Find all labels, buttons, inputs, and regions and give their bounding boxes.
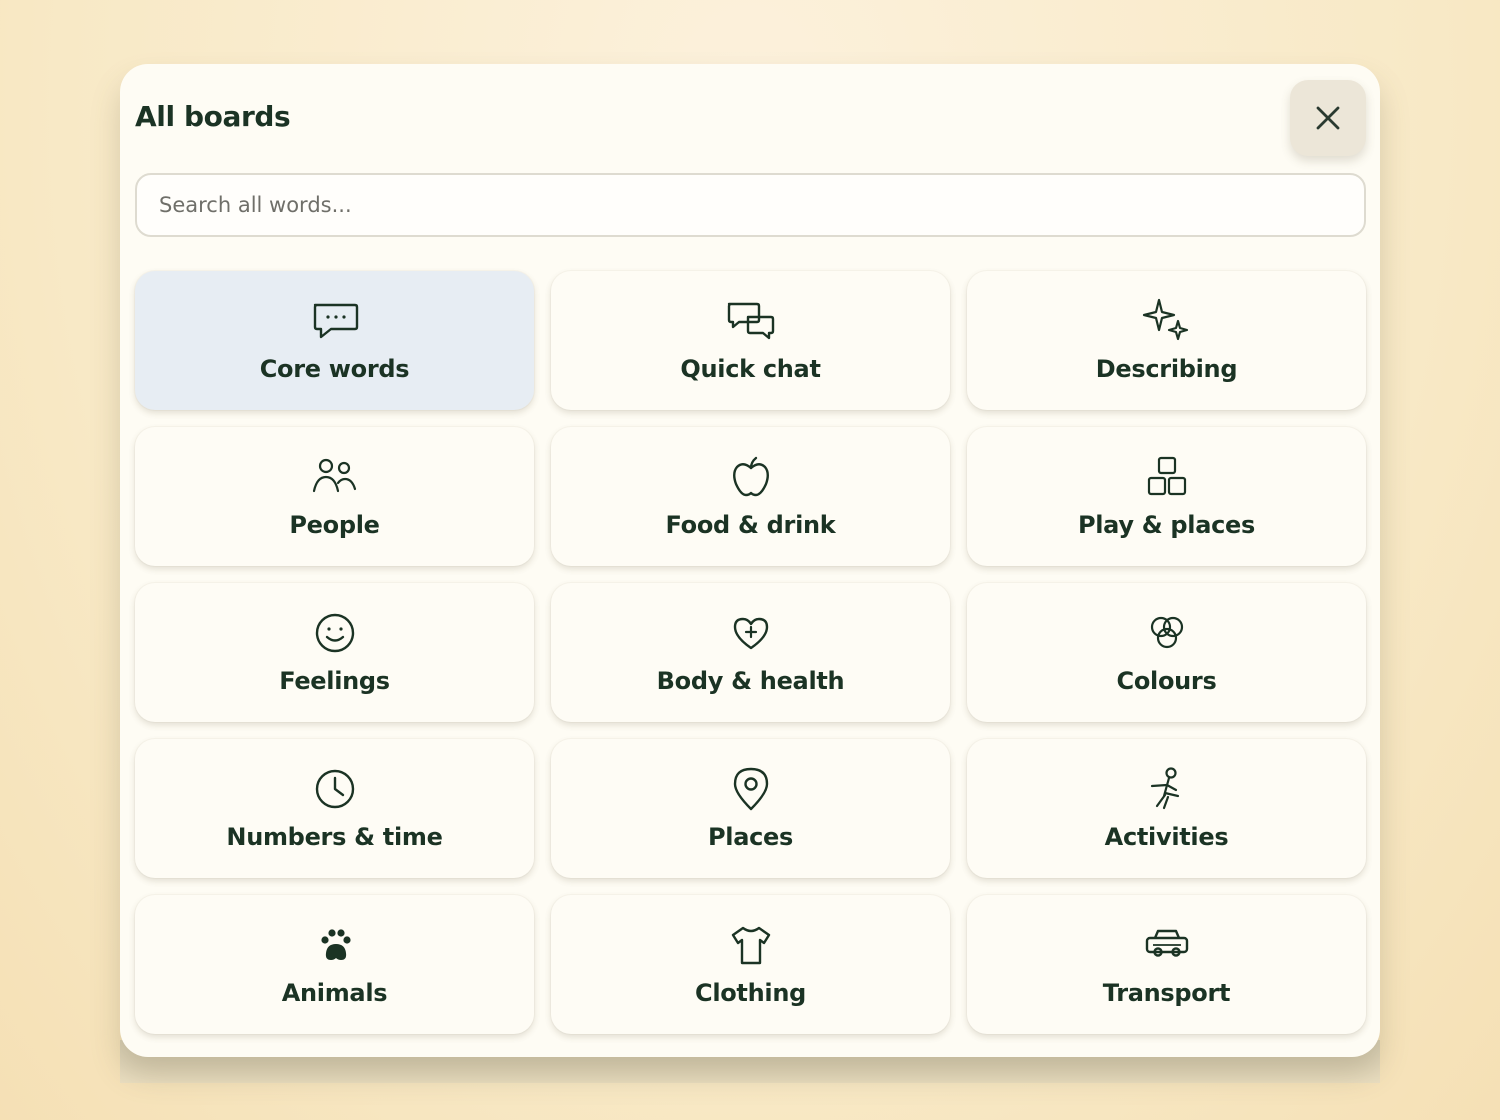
blocks-icon (1139, 453, 1195, 501)
board-tile-numbers-time[interactable]: Numbers & time (135, 739, 534, 878)
color-circles-icon (1139, 609, 1195, 657)
board-label: People (289, 511, 380, 539)
apple-icon (723, 453, 779, 501)
board-label: Places (707, 823, 793, 851)
board-tile-describing[interactable]: Describing (967, 271, 1366, 410)
board-tile-clothing[interactable]: Clothing (551, 895, 950, 1034)
board-label: Quick chat (680, 355, 821, 383)
boards-grid: Core words Quick chat Describing People … (135, 271, 1366, 1034)
close-button[interactable] (1290, 80, 1366, 156)
clock-icon (307, 765, 363, 813)
board-tile-places[interactable]: Places (551, 739, 950, 878)
tshirt-icon (723, 921, 779, 969)
board-tile-play-places[interactable]: Play & places (967, 427, 1366, 566)
search-input[interactable] (135, 173, 1366, 237)
board-label: Clothing (695, 979, 806, 1007)
board-tile-food-drink[interactable]: Food & drink (551, 427, 950, 566)
close-icon (1314, 104, 1342, 132)
board-label: Numbers & time (226, 823, 443, 851)
chat-bubbles-icon (723, 297, 779, 345)
board-tile-core-words[interactable]: Core words (135, 271, 534, 410)
board-label: Play & places (1077, 511, 1256, 539)
car-icon (1139, 921, 1195, 969)
speech-bubble-icon (307, 297, 363, 345)
paw-icon (307, 921, 363, 969)
heart-plus-icon (723, 609, 779, 657)
smiley-icon (307, 609, 363, 657)
dialog-title: All boards (135, 100, 291, 133)
board-tile-colours[interactable]: Colours (967, 583, 1366, 722)
board-tile-body-health[interactable]: Body & health (551, 583, 950, 722)
board-label: Describing (1095, 355, 1238, 383)
board-label: Activities (1104, 823, 1229, 851)
board-label: Feelings (279, 667, 390, 695)
board-tile-transport[interactable]: Transport (967, 895, 1366, 1034)
board-label: Body & health (656, 667, 845, 695)
running-person-icon (1139, 765, 1195, 813)
board-tile-activities[interactable]: Activities (967, 739, 1366, 878)
map-pin-icon (723, 765, 779, 813)
board-label: Animals (281, 979, 388, 1007)
board-label: Colours (1116, 667, 1217, 695)
board-label: Food & drink (665, 511, 836, 539)
board-label: Core words (259, 355, 410, 383)
board-tile-animals[interactable]: Animals (135, 895, 534, 1034)
people-icon (307, 453, 363, 501)
board-label: Transport (1102, 979, 1231, 1007)
board-tile-people[interactable]: People (135, 427, 534, 566)
board-tile-feelings[interactable]: Feelings (135, 583, 534, 722)
all-boards-dialog: All boards Core words (120, 64, 1380, 1057)
sparkles-icon (1139, 297, 1195, 345)
board-tile-quick-chat[interactable]: Quick chat (551, 271, 950, 410)
